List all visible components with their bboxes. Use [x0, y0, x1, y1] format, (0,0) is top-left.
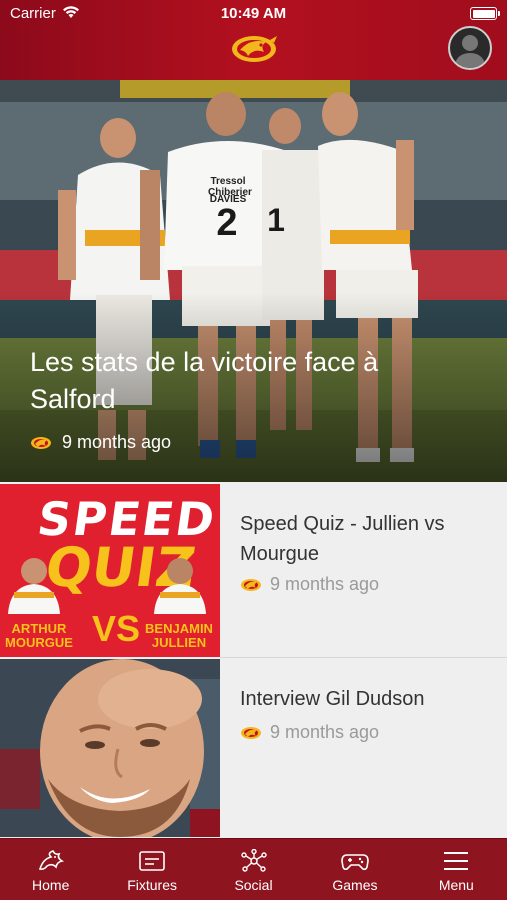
tab-label: Home — [32, 877, 70, 893]
article-title[interactable]: Interview Gil Dudson — [240, 684, 480, 714]
jersey-number-2: 2 — [216, 202, 238, 244]
tab-social[interactable]: Social — [203, 839, 304, 900]
article-time: 9 months ago — [270, 574, 380, 594]
speed-quiz-vs: VS — [92, 608, 141, 649]
article-item-interview[interactable]: Interview Gil Dudson 9 months ago — [0, 659, 507, 837]
status-time: 10:49 AM — [220, 5, 287, 22]
speed-quiz-thumbnail: SPEED QUIZ VS ARTHUR MOURGUE BENJAMIN JU… — [0, 484, 220, 657]
interview-thumbnail — [0, 659, 220, 837]
article-time: 9 months ago — [270, 722, 380, 742]
tab-label: Fixtures — [127, 877, 177, 893]
network-icon — [240, 849, 267, 872]
bottom-tab-bar: Home Fixtures Social Games Menu — [0, 838, 507, 900]
featured-article-time: 9 months ago — [62, 432, 172, 452]
battery-icon — [470, 7, 500, 20]
article-meta: 9 months ago — [240, 574, 379, 595]
dragon-icon — [38, 850, 64, 870]
dragon-badge-icon — [241, 578, 261, 591]
tab-label: Menu — [438, 877, 474, 893]
tab-menu[interactable]: Menu — [406, 839, 507, 900]
dragon-badge-icon — [241, 726, 261, 739]
tab-label: Games — [332, 877, 378, 893]
hamburger-icon — [444, 852, 469, 870]
dragon-badge-icon — [31, 436, 51, 449]
article-title[interactable]: Speed Quiz - Jullien vs Mourgue — [240, 509, 480, 569]
featured-article-title[interactable]: Les stats de la victoire face à Salford — [30, 344, 430, 418]
speed-quiz-right-last: JULLIEN — [151, 635, 207, 650]
tab-home[interactable]: Home — [0, 839, 101, 900]
tab-games[interactable]: Games — [304, 839, 405, 900]
calendar-card-icon — [139, 851, 165, 871]
jersey-number-1: 1 — [267, 202, 285, 238]
interview-photo — [0, 659, 220, 837]
app-header: Carrier 10:49 AM — [0, 0, 507, 80]
speed-quiz-right-first: BENJAMIN — [145, 621, 213, 636]
featured-article-card[interactable]: Tressol Chiberier DAVIES 2 1 Les stats d… — [0, 80, 507, 482]
tab-label: Social — [234, 877, 273, 893]
article-item-speed-quiz[interactable]: SPEED QUIZ VS ARTHUR MOURGUE BENJAMIN JU… — [0, 484, 507, 657]
profile-avatar-button[interactable] — [448, 26, 492, 70]
speed-quiz-left-first: ARTHUR — [11, 621, 67, 636]
article-meta: 9 months ago — [240, 722, 379, 743]
status-bar: Carrier 10:49 AM — [0, 0, 507, 28]
list-divider — [220, 657, 507, 658]
user-avatar-icon — [454, 35, 486, 68]
tab-fixtures[interactable]: Fixtures — [101, 839, 202, 900]
gamepad-icon — [341, 854, 369, 871]
dragon-logo-icon[interactable] — [230, 32, 278, 71]
speed-quiz-left-last: MOURGUE — [5, 635, 73, 650]
featured-article-meta: 9 months ago — [30, 432, 171, 453]
